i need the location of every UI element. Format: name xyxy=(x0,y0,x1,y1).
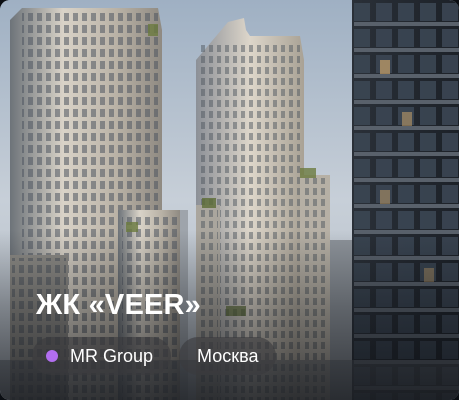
city-chip[interactable]: Москва xyxy=(179,337,277,375)
project-card[interactable]: ЖК «VEER» MR Group Москва xyxy=(0,0,459,400)
city-label: Москва xyxy=(197,345,259,366)
developer-label: MR Group xyxy=(70,345,154,366)
developer-dot-icon xyxy=(46,350,58,362)
developer-chip[interactable]: MR Group xyxy=(32,337,172,375)
project-title: ЖК «VEER» xyxy=(36,289,201,321)
project-tags: MR Group Москва xyxy=(32,337,277,375)
